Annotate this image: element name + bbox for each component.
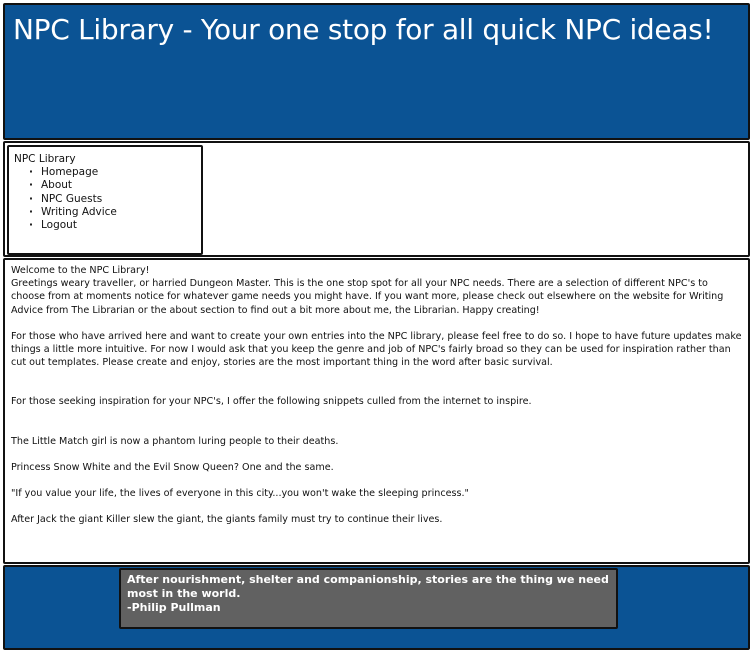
intro-paragraph: Greetings weary traveller, or harried Du… xyxy=(11,278,724,316)
create-paragraph: For those who have arrived here and want… xyxy=(11,330,742,369)
welcome-text: Welcome to the NPC Library! xyxy=(11,265,150,276)
nav-item-writing-advice[interactable]: Writing Advice xyxy=(29,206,201,219)
nav-menu: NPC Library Homepage About NPC Guests Wr… xyxy=(7,145,203,255)
nav-item-about[interactable]: About xyxy=(29,179,201,192)
page-footer: After nourishment, shelter and companion… xyxy=(3,565,750,650)
main-content: Welcome to the NPC Library! Greetings we… xyxy=(3,258,750,564)
nav-item-logout[interactable]: Logout xyxy=(29,219,201,232)
snippet-item: The Little Match girl is now a phantom l… xyxy=(11,435,339,447)
quote-box: After nourishment, shelter and companion… xyxy=(119,568,618,629)
nav-item-npc-guests[interactable]: NPC Guests xyxy=(29,193,201,206)
nav-section: NPC Library Homepage About NPC Guests Wr… xyxy=(3,141,750,257)
page-header: NPC Library - Your one stop for all quic… xyxy=(3,3,750,140)
inspiration-paragraph: For those seeking inspiration for your N… xyxy=(11,396,532,408)
snippet-item: "If you value your life, the lives of ev… xyxy=(11,488,469,500)
snippet-item: Princess Snow White and the Evil Snow Qu… xyxy=(11,461,334,473)
nav-title: NPC Library xyxy=(14,153,76,165)
snippet-item: After Jack the giant Killer slew the gia… xyxy=(11,514,443,526)
quote-text: After nourishment, shelter and companion… xyxy=(127,573,609,601)
quote-author: -Philip Pullman xyxy=(127,601,221,615)
page-title: NPC Library - Your one stop for all quic… xyxy=(13,13,714,46)
nav-item-homepage[interactable]: Homepage xyxy=(29,166,201,179)
nav-list: Homepage About NPC Guests Writing Advice… xyxy=(29,166,201,232)
